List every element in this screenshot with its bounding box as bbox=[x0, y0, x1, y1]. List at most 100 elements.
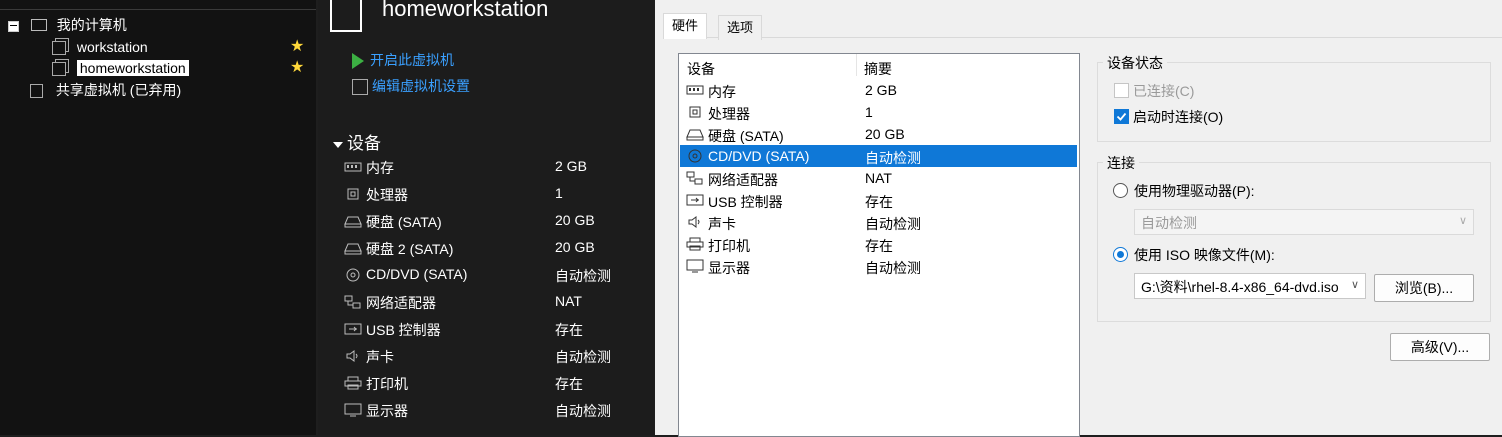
hardware-summary: NAT bbox=[865, 170, 892, 186]
cd-dvd-icon bbox=[344, 268, 362, 282]
processor-icon bbox=[344, 187, 362, 201]
memory-icon bbox=[686, 83, 704, 97]
hardware-row[interactable]: USB 控制器 存在 bbox=[680, 189, 1077, 211]
browse-button[interactable]: 浏览(B)... bbox=[1374, 274, 1474, 302]
device-status-title: 设备状态 bbox=[1103, 53, 1167, 73]
hardware-name: 显示器 bbox=[708, 260, 750, 276]
devices-section-header[interactable]: 设备 bbox=[333, 129, 381, 154]
hardware-row[interactable]: 处理器 1 bbox=[680, 101, 1077, 123]
tree-node-workstation[interactable]: workstation bbox=[52, 37, 148, 57]
connect-on-start-checkbox[interactable] bbox=[1114, 109, 1129, 124]
vm-device-name: 内存 bbox=[366, 160, 394, 176]
edit-vm-settings-link[interactable]: 编辑虚拟机设置 bbox=[352, 76, 470, 96]
hardware-name: USB 控制器 bbox=[708, 194, 783, 210]
iso-path-combo[interactable]: G:\资料\rhel-8.4-x86_64-dvd.iso ∨ bbox=[1134, 273, 1366, 299]
edit-settings-label: 编辑虚拟机设置 bbox=[372, 78, 470, 94]
connection-title: 连接 bbox=[1103, 153, 1139, 173]
vm-device-value: 自动检测 bbox=[555, 268, 611, 284]
hardware-row[interactable]: 显示器 自动检测 bbox=[680, 255, 1077, 277]
vm-device-value: 2 GB bbox=[555, 158, 587, 174]
hardware-summary: 存在 bbox=[865, 238, 893, 254]
tree-vm-label-selected: homeworkstation bbox=[76, 60, 189, 76]
display-icon bbox=[344, 403, 362, 417]
connect-on-start-label: 启动时连接(O) bbox=[1133, 109, 1224, 125]
harddisk-icon bbox=[686, 127, 704, 141]
vm-icon bbox=[52, 41, 66, 56]
vm-device-name: 声卡 bbox=[366, 349, 394, 365]
network-adapter-icon bbox=[686, 171, 704, 185]
chevron-down-icon[interactable]: ∨ bbox=[1351, 278, 1359, 291]
vm-device-name: 打印机 bbox=[366, 376, 408, 392]
collapse-icon[interactable] bbox=[8, 20, 19, 32]
hardware-row[interactable]: 声卡 自动检测 bbox=[680, 211, 1077, 233]
usb-icon bbox=[344, 322, 362, 336]
vm-device-row[interactable]: 打印机 存在 bbox=[340, 372, 650, 394]
harddisk-icon bbox=[344, 214, 362, 228]
hardware-name: 网络适配器 bbox=[708, 172, 778, 188]
hardware-name: CD/DVD (SATA) bbox=[708, 148, 810, 164]
vm-device-value: 存在 bbox=[555, 376, 583, 392]
tree-node-shared-vms[interactable]: 共享虚拟机 (已弃用) bbox=[30, 80, 181, 100]
list-header-device[interactable]: 设备 bbox=[687, 59, 715, 79]
list-header-summary[interactable]: 摘要 bbox=[864, 59, 892, 79]
hardware-summary: 20 GB bbox=[865, 126, 905, 142]
sound-icon bbox=[686, 215, 704, 229]
display-icon bbox=[686, 259, 704, 273]
hardware-row[interactable]: 内存 2 GB bbox=[680, 79, 1077, 101]
vm-device-value: 自动检测 bbox=[555, 403, 611, 419]
hardware-row-selected[interactable]: CD/DVD (SATA) 自动检测 bbox=[680, 145, 1077, 167]
connected-checkbox[interactable] bbox=[1114, 83, 1129, 98]
tree-node-homeworkstation[interactable]: homeworkstation bbox=[52, 58, 189, 78]
favorite-star-icon[interactable]: ★ bbox=[290, 60, 304, 76]
hardware-row[interactable]: 网络适配器 NAT bbox=[680, 167, 1077, 189]
shared-vm-icon bbox=[30, 84, 43, 99]
vm-device-row[interactable]: 硬盘 (SATA) 20 GB bbox=[340, 210, 650, 232]
vm-device-row[interactable]: 显示器 自动检测 bbox=[340, 399, 650, 421]
hardware-summary: 自动检测 bbox=[865, 260, 921, 276]
hardware-row[interactable]: 硬盘 (SATA) 20 GB bbox=[680, 123, 1077, 145]
hardware-name: 打印机 bbox=[708, 238, 750, 254]
vm-device-row[interactable]: 内存 2 GB bbox=[340, 156, 650, 178]
hardware-summary: 自动检测 bbox=[865, 150, 921, 166]
advanced-button[interactable]: 高级(V)... bbox=[1390, 333, 1490, 361]
vm-device-row[interactable]: 网络适配器 NAT bbox=[340, 291, 650, 313]
memory-icon bbox=[344, 160, 362, 174]
physical-drive-value: 自动检测 bbox=[1141, 215, 1197, 231]
hardware-row[interactable]: 打印机 存在 bbox=[680, 233, 1077, 255]
cd-dvd-icon bbox=[686, 149, 704, 163]
hardware-name: 处理器 bbox=[708, 106, 750, 122]
edit-settings-icon bbox=[352, 79, 368, 96]
power-on-vm-link[interactable]: 开启此虚拟机 bbox=[352, 50, 454, 70]
vm-device-value: NAT bbox=[555, 293, 582, 309]
harddisk-icon bbox=[344, 241, 362, 255]
vm-device-row[interactable]: USB 控制器 存在 bbox=[340, 318, 650, 340]
connected-label: 已连接(C) bbox=[1133, 83, 1195, 99]
vm-device-name: 硬盘 2 (SATA) bbox=[366, 241, 454, 257]
vm-device-row[interactable]: CD/DVD (SATA) 自动检测 bbox=[340, 264, 650, 286]
hardware-name: 内存 bbox=[708, 84, 736, 100]
sound-icon bbox=[344, 349, 362, 363]
vm-device-name: USB 控制器 bbox=[366, 322, 441, 338]
tree-vm-label: workstation bbox=[76, 39, 148, 55]
collapse-triangle-icon bbox=[333, 141, 343, 148]
vm-library-tree: 我的计算机 workstation ★ homeworkstation ★ 共享… bbox=[0, 0, 316, 435]
vm-device-row[interactable]: 声卡 自动检测 bbox=[340, 345, 650, 367]
hardware-summary: 2 GB bbox=[865, 82, 897, 98]
hardware-name: 硬盘 (SATA) bbox=[708, 128, 784, 144]
computer-icon bbox=[30, 19, 47, 32]
tab-hardware[interactable]: 硬件 bbox=[663, 13, 708, 39]
vm-device-row[interactable]: 处理器 1 bbox=[340, 183, 650, 205]
printer-icon bbox=[686, 237, 704, 251]
device-status-group bbox=[1097, 62, 1491, 142]
tree-node-my-computer[interactable]: 我的计算机 bbox=[8, 15, 127, 35]
physical-drive-radio[interactable] bbox=[1113, 183, 1128, 198]
favorite-star-icon[interactable]: ★ bbox=[290, 39, 304, 55]
tab-options[interactable]: 选项 bbox=[718, 15, 763, 40]
physical-drive-select[interactable]: 自动检测 ∨ bbox=[1134, 209, 1474, 235]
hardware-list[interactable]: 设备 摘要 内存 2 GB 处理器 1 硬盘 (SATA) 20 GB CD/DVD (SA… bbox=[678, 53, 1080, 437]
vm-device-value: 自动检测 bbox=[555, 349, 611, 365]
vm-device-name: 显示器 bbox=[366, 403, 408, 419]
iso-image-radio[interactable] bbox=[1113, 247, 1128, 262]
power-on-label: 开启此虚拟机 bbox=[370, 52, 454, 68]
vm-device-row[interactable]: 硬盘 2 (SATA) 20 GB bbox=[340, 237, 650, 259]
